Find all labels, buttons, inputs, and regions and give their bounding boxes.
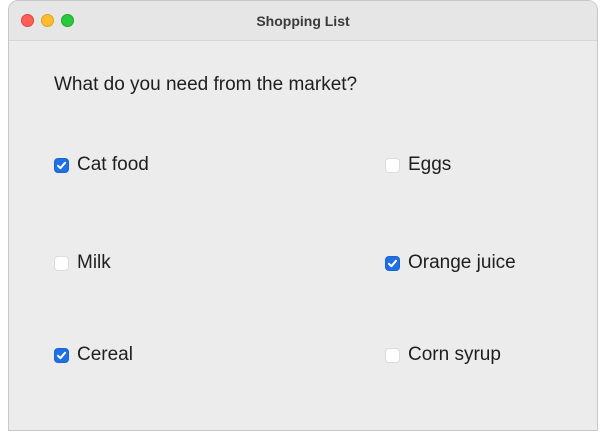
cat-food-checkbox[interactable] [54,157,69,173]
cereal-label: Cereal [77,344,133,365]
window-title: Shopping List [256,13,350,29]
main-content: What do you need from the market? Cat fo… [9,41,597,430]
cat-food-label: Cat food [77,154,149,175]
milk-checkbox[interactable] [54,255,69,271]
orange-juice-label: Orange juice [408,252,516,273]
corn-syrup-checkbox[interactable] [385,347,400,363]
title-bar[interactable]: Shopping List [9,1,597,41]
orange-juice-checkbox[interactable] [385,255,400,271]
checkmark-icon [57,161,66,169]
item-eggs[interactable]: Eggs [385,154,451,176]
item-milk[interactable]: Milk [54,252,111,274]
item-cereal[interactable]: Cereal [54,344,133,366]
item-corn-syrup[interactable]: Corn syrup [385,344,501,366]
checkmark-icon [388,259,397,267]
eggs-label: Eggs [408,154,452,175]
prompt-label: What do you need from the market? [54,74,358,95]
item-orange-juice[interactable]: Orange juice [385,252,516,274]
app-window: Shopping List What do you need from the … [8,0,598,431]
cereal-checkbox[interactable] [54,347,69,363]
checkmark-icon [57,351,66,359]
eggs-checkbox[interactable] [385,157,400,173]
corn-syrup-label: Corn syrup [408,344,501,365]
item-cat-food[interactable]: Cat food [54,154,149,176]
milk-label: Milk [77,252,111,273]
